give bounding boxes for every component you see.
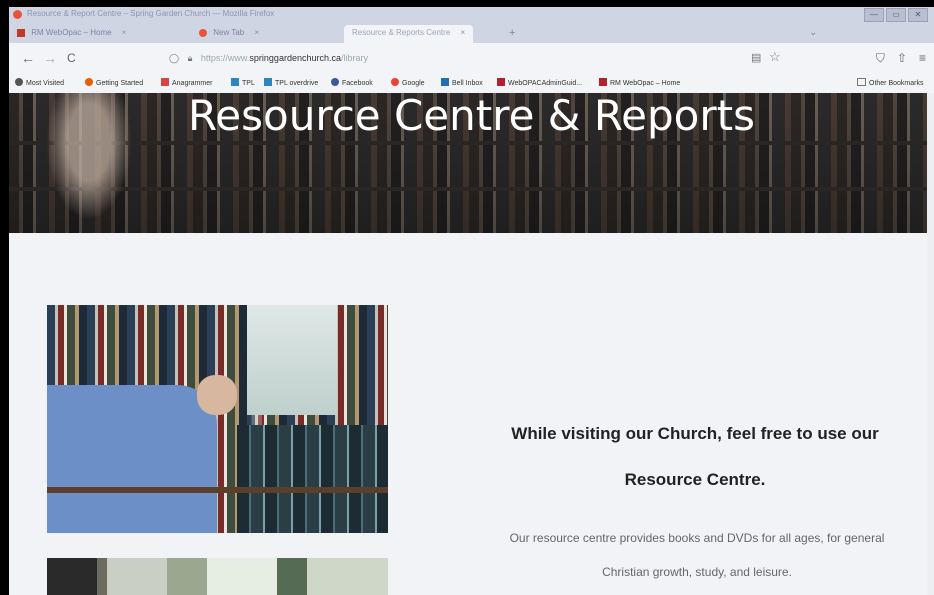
close-window-button[interactable]: ✕ [908,8,928,22]
bookmark-label: TPL overdrive [275,80,319,87]
bookmark-tpl-overdrive[interactable]: TPL overdrive [264,78,318,87]
bookmark-label: Bell Inbox [452,80,483,87]
bookmark-label: TPL [242,80,255,87]
forward-button[interactable]: → [43,50,57,66]
gear-icon [15,78,23,86]
bookmark-label: Most Visited [26,80,64,87]
tpl-icon [231,78,239,86]
tagline: While visiting our Church, feel free to … [511,424,879,489]
title-bar: Resource & Report Centre – Spring Garden… [9,7,934,23]
hand [197,375,237,415]
toolbar-icons: ⛉ ⇧ ≡ [876,51,926,66]
firefox-icon [199,28,207,37]
shelf-line [9,187,934,191]
bookmark-tpl[interactable]: TPL [231,78,255,87]
tab-close-icon[interactable]: × [461,28,466,37]
folder-icon [857,78,866,86]
browser-window: Resource & Report Centre – Spring Garden… [9,7,934,595]
tab-strip: RM WebOpac – Home × New Tab × Resource &… [9,23,934,43]
tab-label: New Tab [213,28,245,37]
tab-label: RM WebOpac – Home [31,28,112,37]
shelf [47,487,388,493]
new-tab-button[interactable]: + [509,25,515,43]
page-title: Resource Centre & Reports [188,91,755,140]
shield-icon: ◯ [169,53,180,63]
library-photo-2 [47,558,388,595]
maximize-button[interactable]: ▭ [886,8,906,22]
tab-resource-centre[interactable]: Resource & Reports Centre × [344,25,474,43]
url-prefix: https://www. [200,53,250,63]
bookmark-label: Other Bookmarks [869,80,924,87]
firefox-logo-icon [13,10,22,19]
window-title: Resource & Report Centre – Spring Garden… [27,9,275,18]
bookmark-anagrammer[interactable]: Anagrammer [161,78,212,87]
bookmark-label: RM WebOpac – Home [610,80,681,87]
a-icon [161,78,169,86]
pocket-icon[interactable]: ⛉ [876,51,885,66]
dvd-stack [237,425,388,533]
firefox-icon [85,78,93,86]
bookmark-most-visited[interactable]: Most Visited [15,78,64,87]
url-path: /library [340,53,368,63]
tab-new-tab[interactable]: New Tab × [199,25,259,43]
window-controls: — ▭ ✕ [864,8,928,22]
library-photo [47,305,388,533]
menu-icon[interactable]: ≡ [919,51,926,66]
tab-overflow-button[interactable]: ⌄ [809,25,817,43]
bookmark-webopac-admin[interactable]: WebOPACAdminGuid... [497,78,582,87]
bookmark-rm-webopac[interactable]: RM WebOpac – Home [599,78,680,87]
mail-icon [441,78,449,86]
address-bar[interactable]: ◯ 🔒︎ https://www.springgardenchurch.ca/l… [169,47,789,69]
scrollbar[interactable] [927,93,934,595]
reload-button[interactable]: C [67,51,76,65]
bookmark-label: Google [402,80,425,87]
tab-label: Resource & Reports Centre [352,28,451,37]
lock-icon: 🔒︎ [187,53,193,63]
bookmark-label: Getting Started [96,80,144,87]
google-icon [391,78,399,86]
bookmark-google[interactable]: Google [391,78,425,87]
other-bookmarks[interactable]: Other Bookmarks [857,78,923,87]
shelf-line [9,141,934,145]
navigation-bar: ← → C ◯ 🔒︎ https://www.springgardenchurc… [9,43,934,73]
back-button[interactable]: ← [21,50,35,66]
tab-close-icon[interactable]: × [122,28,127,37]
bookmark-star-icon[interactable]: ☆ [769,49,781,65]
bookmark-facebook[interactable]: Facebook [331,78,373,87]
minimize-button[interactable]: — [864,8,884,22]
rm-icon [17,28,25,37]
url-host: springgardenchurch.ca [249,53,341,63]
share-icon[interactable]: ⇧ [897,51,907,66]
window-light [247,305,337,415]
web-page: Resource Centre & Reports While visiting… [9,91,934,595]
bookmark-label: WebOPACAdminGuid... [508,80,583,87]
bookmark-bell-inbox[interactable]: Bell Inbox [441,78,483,87]
description-text: Our resource centre provides books and D… [509,531,885,579]
bookmark-getting-started[interactable]: Getting Started [85,78,143,87]
bookmark-label: Anagrammer [172,80,213,87]
tab-close-icon[interactable]: × [254,28,259,37]
rm-icon [599,78,607,86]
rm-icon [497,78,505,86]
reader-view-icon[interactable]: ▤ [751,51,761,64]
globe-icon [331,78,339,86]
tab-rm-webopac[interactable]: RM WebOpac – Home × [17,25,126,43]
arm-reaching [47,385,217,533]
bookmark-label: Facebook [342,80,373,87]
link-icon [264,78,272,86]
hero-banner: Resource Centre & Reports [9,91,934,233]
